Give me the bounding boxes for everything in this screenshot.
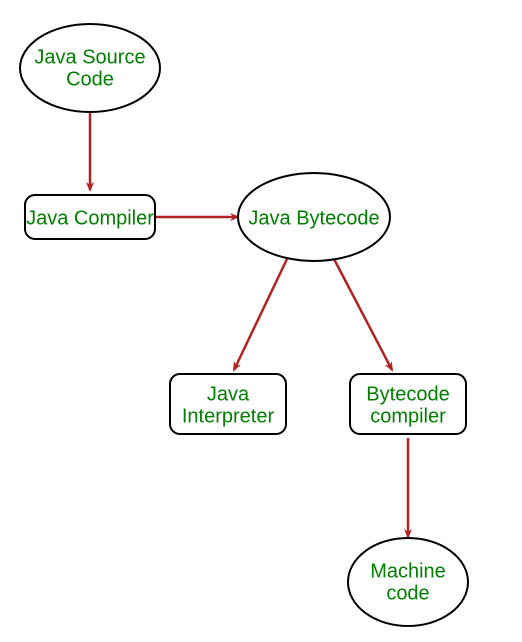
node-label: code bbox=[386, 582, 429, 604]
node-machine-code: Machine code bbox=[348, 538, 468, 626]
node-label: Java Compiler bbox=[26, 207, 154, 229]
node-java-source-code: Java Source Code bbox=[20, 24, 160, 112]
node-label: Bytecode bbox=[366, 383, 449, 405]
node-java-bytecode: Java Bytecode bbox=[238, 173, 390, 261]
edge-bytecode-to-bcompiler bbox=[334, 259, 392, 370]
java-pipeline-diagram: Java Source Code Java Compiler Java Byte… bbox=[0, 0, 522, 642]
node-label: Java Bytecode bbox=[248, 207, 379, 229]
node-label: Java bbox=[207, 383, 250, 405]
node-label: Code bbox=[66, 68, 114, 90]
node-label: Java Source bbox=[34, 46, 145, 68]
node-bytecode-compiler: Bytecode compiler bbox=[350, 374, 466, 434]
node-label: Machine bbox=[370, 560, 446, 582]
node-java-compiler: Java Compiler bbox=[25, 195, 155, 239]
node-java-interpreter: Java Interpreter bbox=[170, 374, 286, 434]
node-label: Interpreter bbox=[182, 405, 275, 427]
edge-bytecode-to-interpreter bbox=[234, 259, 287, 370]
node-label: compiler bbox=[370, 405, 446, 427]
edges bbox=[90, 112, 408, 537]
